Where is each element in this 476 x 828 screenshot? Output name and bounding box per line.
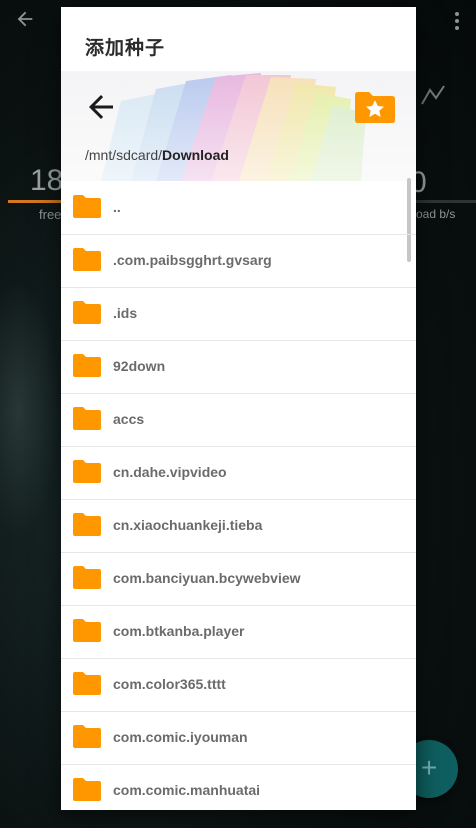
free-space-caption: free [39, 207, 62, 222]
folder-icon [73, 248, 101, 271]
free-space-value: 18 [30, 164, 64, 197]
free-space-bar [8, 200, 63, 203]
folder-icon [73, 513, 101, 536]
folder-name: .ids [113, 305, 138, 321]
folders-illustration [61, 71, 416, 181]
path-prefix: /mnt/sdcard/ [85, 147, 163, 163]
list-item[interactable]: com.banciyuan.bcywebview [61, 552, 416, 606]
download-speed-bar [416, 200, 476, 203]
folder-icon [73, 460, 101, 483]
folder-name: cn.xiaochuankeji.tieba [113, 517, 263, 533]
list-item[interactable]: com.comic.iyouman [61, 711, 416, 765]
list-item[interactable]: .ids [61, 287, 416, 341]
list-item[interactable]: com.comic.manhuatai [61, 764, 416, 810]
folder-icon [73, 407, 101, 430]
folder-icon [73, 195, 101, 218]
navigate-up-button[interactable] [83, 89, 119, 125]
folder-icon [73, 778, 101, 801]
folder-name: com.comic.manhuatai [113, 782, 261, 798]
folder-icon [73, 301, 101, 324]
add-torrent-dialog: 添加种子 /mnt/sdcard/Download .. .com.paibsg… [61, 7, 416, 810]
folder-name: com.color365.tttt [113, 676, 226, 692]
folder-name: com.comic.iyouman [113, 729, 248, 745]
list-item[interactable]: .com.paibsgghrt.gvsarg [61, 234, 416, 288]
folder-icon [73, 672, 101, 695]
folder-icon [73, 354, 101, 377]
folder-name: 92down [113, 358, 166, 374]
list-item[interactable]: com.color365.tttt [61, 658, 416, 712]
folder-name: com.banciyuan.bcywebview [113, 570, 301, 586]
folder-icon [73, 566, 101, 589]
list-item[interactable]: accs [61, 393, 416, 447]
folder-name: .com.paibsgghrt.gvsarg [113, 252, 272, 268]
app-logo-icon [421, 85, 445, 105]
overflow-menu-icon[interactable] [452, 10, 462, 30]
arrow-left-icon[interactable] [14, 8, 36, 30]
list-item[interactable]: .. [61, 181, 416, 235]
folder-star-icon[interactable] [353, 89, 397, 125]
list-item[interactable]: 92down [61, 340, 416, 394]
folder-icon [73, 725, 101, 748]
folder-icon [73, 619, 101, 642]
background-smoke-decoration [0, 280, 60, 540]
download-speed-caption: oad b/s [416, 207, 456, 221]
folder-name: accs [113, 411, 145, 427]
list-item[interactable]: cn.dahe.vipvideo [61, 446, 416, 500]
path-current-folder: Download [162, 147, 229, 163]
list-item[interactable]: cn.xiaochuankeji.tieba [61, 499, 416, 553]
folder-name: com.btkanba.player [113, 623, 245, 639]
folder-name: cn.dahe.vipvideo [113, 464, 227, 480]
dialog-title: 添加种子 [85, 38, 166, 59]
current-path: /mnt/sdcard/Download [85, 147, 229, 163]
directory-header: /mnt/sdcard/Download [61, 71, 416, 181]
folder-name: .. [113, 199, 121, 215]
list-item[interactable]: com.btkanba.player [61, 605, 416, 659]
